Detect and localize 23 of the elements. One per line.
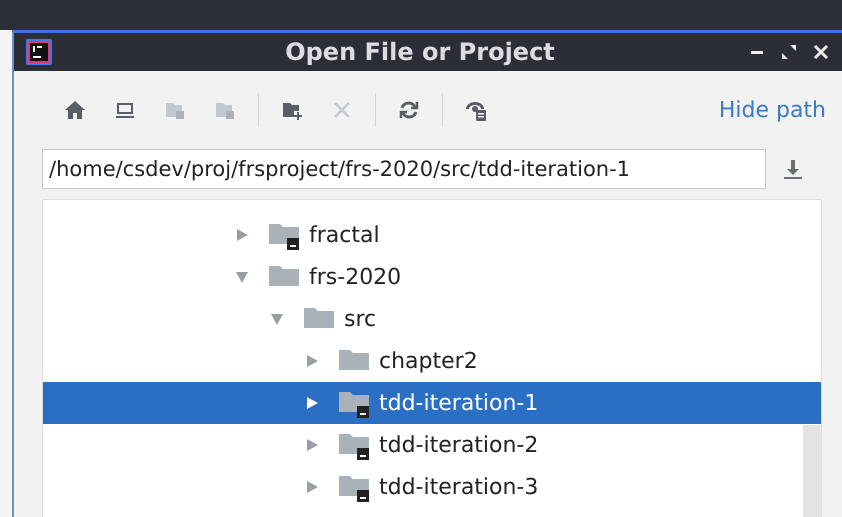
- hide-path-link[interactable]: Hide path: [718, 98, 826, 122]
- tree-item[interactable]: tdd-iteration-3: [43, 466, 821, 508]
- tree-item-label: fractal: [309, 222, 380, 248]
- tree-item[interactable]: src: [43, 298, 821, 340]
- home-icon: [63, 98, 87, 122]
- tree-item-label: frs-2020: [309, 264, 402, 290]
- path-field[interactable]: /home/csdev/proj/frsproject/frs-2020/src/tdd-iteration-1: [42, 149, 766, 189]
- tree-item-label: tdd-iteration-1: [379, 390, 538, 416]
- tree-item[interactable]: tdd-iteration-2: [43, 424, 821, 466]
- tree-item-label: tdd-iteration-3: [379, 474, 538, 500]
- tree-item-label: tdd-iteration-2: [379, 432, 538, 458]
- tree-item-label: src: [344, 306, 376, 332]
- download-icon[interactable]: [782, 157, 804, 181]
- tree-item[interactable]: tdd-iteration-1: [43, 382, 821, 424]
- tree-item[interactable]: frs-2020: [43, 256, 821, 298]
- tree-item-label: chapter2: [379, 348, 478, 374]
- tree-item[interactable]: fractal: [43, 214, 821, 256]
- window-title: Open File or Project: [284, 38, 556, 66]
- app-logo-icon: [26, 39, 52, 65]
- tree-item[interactable]: chapter2: [43, 340, 821, 382]
- maximize-icon[interactable]: [780, 43, 798, 61]
- close-icon[interactable]: [812, 43, 830, 61]
- scrollbar[interactable]: [803, 425, 821, 517]
